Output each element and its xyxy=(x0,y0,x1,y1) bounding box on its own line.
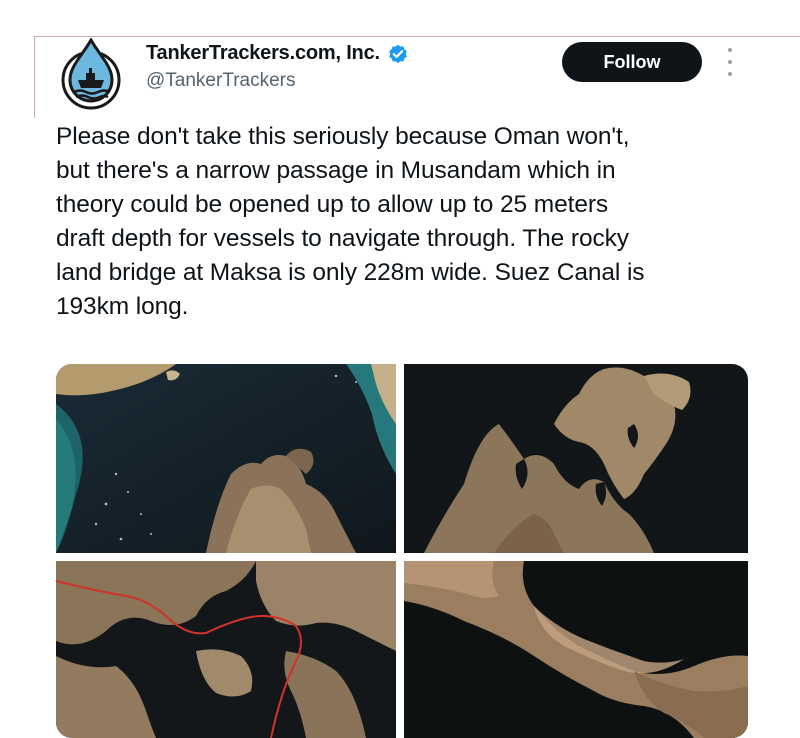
satellite-image-musandam-inlets[interactable] xyxy=(404,364,748,553)
water-drop-ship-logo-icon xyxy=(61,36,121,110)
tweet-text: Please don't take this seriously because… xyxy=(56,123,645,320)
satellite-image-route-through-passage[interactable] xyxy=(56,561,396,738)
verified-badge-icon xyxy=(388,44,408,64)
satellite-image-maksa-land-bridge[interactable] xyxy=(404,561,748,738)
follow-button[interactable]: Follow xyxy=(562,42,702,82)
account-name-row: TankerTrackers.com, Inc. xyxy=(146,42,408,65)
account-handle[interactable]: @TankerTrackers xyxy=(146,70,296,92)
more-vertical-icon[interactable] xyxy=(722,48,738,76)
frame-line-top xyxy=(34,36,800,37)
satellite-image-musandam-overview[interactable] xyxy=(56,364,396,553)
frame-line-left xyxy=(34,36,35,118)
avatar[interactable] xyxy=(56,36,126,110)
media-grid xyxy=(56,364,748,738)
display-name[interactable]: TankerTrackers.com, Inc. xyxy=(146,42,380,65)
